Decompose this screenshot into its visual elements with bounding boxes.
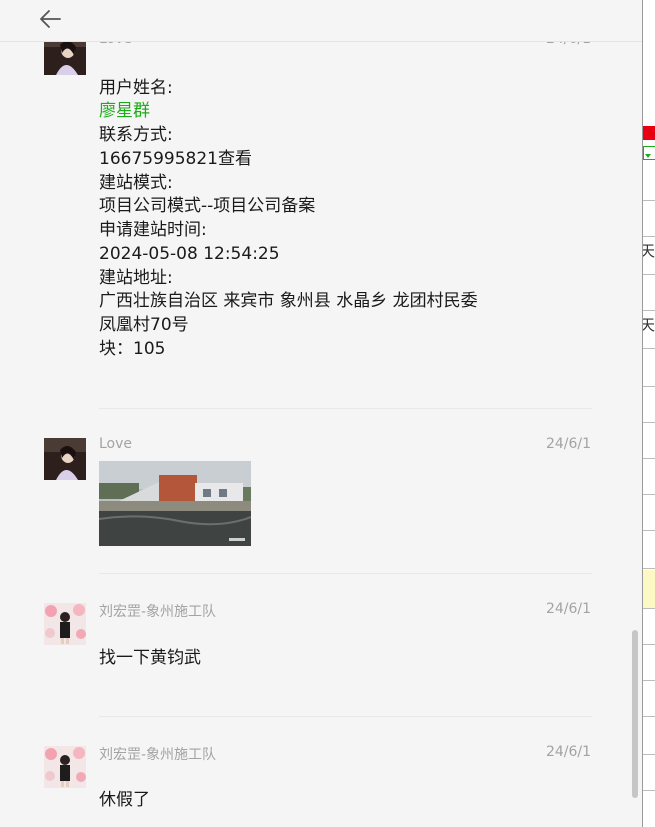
avatar-liu[interactable] (44, 603, 86, 645)
top-bar (0, 0, 642, 42)
site-photo[interactable] (99, 461, 251, 546)
message-date: 24/6/1 (545, 744, 591, 760)
label-apply-time: 申请建站时间: (99, 220, 207, 240)
address-line-1: 广西壮族自治区 来宾市 象州县 水晶乡 龙团村民委 (99, 291, 478, 311)
message-date: 24/6/1 (545, 436, 591, 452)
love-avatar-icon (44, 438, 86, 480)
highlighted-cell (643, 570, 655, 609)
message-text: 休假了 (99, 790, 150, 810)
address-line-2: 凤凰村70号 (99, 315, 189, 335)
back-button[interactable] (36, 6, 66, 32)
user-name-link[interactable]: 廖星群 (99, 101, 150, 121)
arrow-left-icon (40, 10, 61, 28)
label-user-name: 用户姓名: (99, 78, 173, 98)
label-site-address: 建站地址: (99, 268, 173, 288)
apply-time-value: 2024-05-08 12:54:25 (99, 244, 280, 264)
liu-avatar-icon (44, 603, 86, 645)
avatar-love[interactable] (44, 438, 86, 480)
block-value: 块：105 (99, 339, 166, 359)
message-divider (99, 408, 592, 409)
chat-panel: Love 24/6/1 用户姓名: 廖星群 联系方式: 16675995821查… (0, 0, 642, 827)
avatar-liu[interactable] (44, 746, 86, 788)
liu-avatar-icon (44, 746, 86, 788)
scrollbar-thumb[interactable] (632, 630, 638, 798)
green-dropdown-marker (643, 146, 655, 160)
message-sender: 刘宏罡-象州施工队 (99, 747, 217, 763)
label-site-mode: 建站模式: (99, 173, 173, 193)
message-sender: Love (99, 436, 133, 452)
red-marker (643, 126, 655, 140)
site-photo-icon (99, 461, 251, 546)
message-text: 找一下黄钧武 (99, 648, 201, 668)
message-sender: 刘宏罡-象州施工队 (99, 604, 217, 620)
message-divider (99, 573, 592, 574)
contact-value: 16675995821查看 (99, 149, 252, 169)
site-mode-value: 项目公司模式--项目公司备案 (99, 196, 316, 216)
adjacent-window-strip: 天 天 (642, 0, 655, 827)
message-date: 24/6/1 (545, 601, 591, 617)
label-contact: 联系方式: (99, 125, 173, 145)
message-divider (99, 716, 592, 717)
